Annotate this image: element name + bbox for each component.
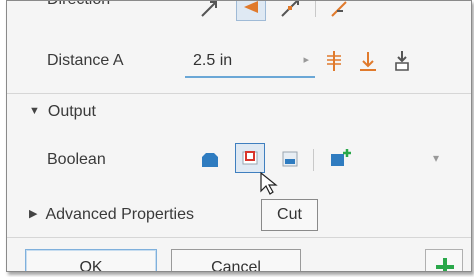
distance-extents-icon[interactable] (319, 46, 349, 76)
cancel-button[interactable]: Cancel (171, 249, 301, 272)
direction-default-icon[interactable] (195, 1, 225, 23)
to-icon[interactable] (387, 46, 417, 76)
intersect-icon[interactable] (275, 143, 305, 173)
output-label: Output (47, 103, 96, 120)
advanced-properties-header[interactable]: ▶ Advanced Properties (29, 206, 194, 224)
toolbar-separator (315, 1, 316, 17)
mouse-cursor-icon (260, 171, 278, 195)
cancel-button-label: Cancel (211, 259, 261, 272)
distance-a-value[interactable]: 2.5 in (193, 52, 232, 70)
direction-flipped-icon[interactable] (236, 1, 266, 21)
distance-a-input[interactable]: 2.5 in ▸ (185, 44, 315, 78)
boolean-more-icon[interactable]: ▾ (433, 151, 439, 165)
tooltip: Cut (261, 199, 318, 231)
direction-asymmetric-icon[interactable] (325, 1, 355, 23)
advanced-properties-label: Advanced Properties (45, 206, 194, 223)
output-section-header[interactable]: ▼ Output (29, 103, 96, 121)
plus-icon (436, 258, 454, 271)
expand-triangle-icon[interactable]: ▶ (29, 207, 37, 220)
direction-label: Direction (47, 1, 110, 9)
direction-symmetric-icon[interactable] (275, 1, 305, 23)
join-icon[interactable] (195, 143, 225, 173)
divider (7, 237, 471, 238)
apply-button[interactable] (425, 249, 463, 271)
direction-row: Direction (7, 1, 471, 31)
ok-button[interactable]: OK (25, 249, 157, 272)
boolean-label: Boolean (47, 151, 106, 168)
ok-button-label: OK (79, 259, 103, 272)
divider (7, 93, 471, 94)
toolbar-separator (313, 149, 314, 171)
to-next-icon[interactable] (353, 46, 383, 76)
new-solid-icon[interactable] (325, 143, 355, 173)
properties-panel: Direction Distance A 2.5 in ▸ (6, 0, 472, 272)
distance-a-label: Distance A (47, 52, 124, 69)
collapse-triangle-icon[interactable]: ▼ (29, 105, 40, 117)
tooltip-text: Cut (277, 206, 302, 223)
cut-icon[interactable] (235, 143, 265, 173)
distance-a-spinner-icon[interactable]: ▸ (303, 53, 309, 66)
